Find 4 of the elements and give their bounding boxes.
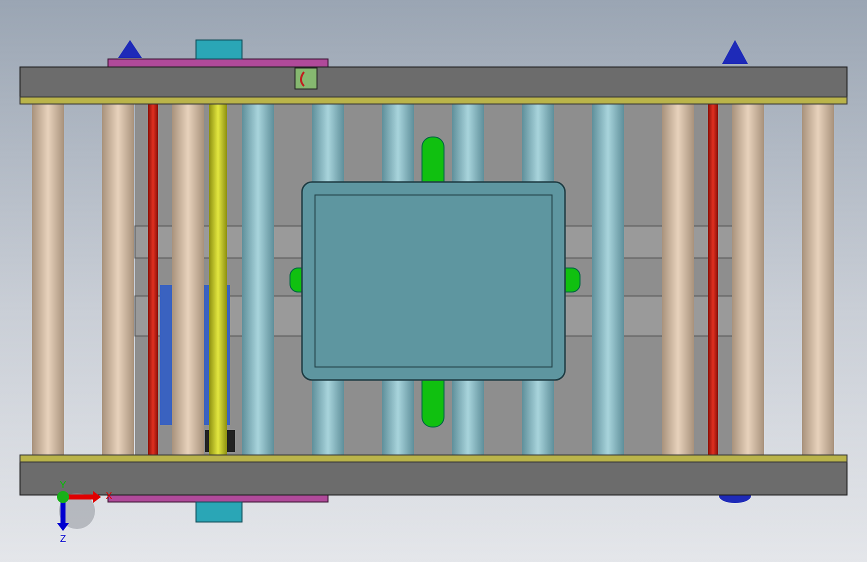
axis-label: Z <box>60 534 66 545</box>
axis-y-label: Y <box>60 480 66 491</box>
origin-sphere-icon <box>57 491 69 503</box>
axis-label: X <box>106 491 112 502</box>
